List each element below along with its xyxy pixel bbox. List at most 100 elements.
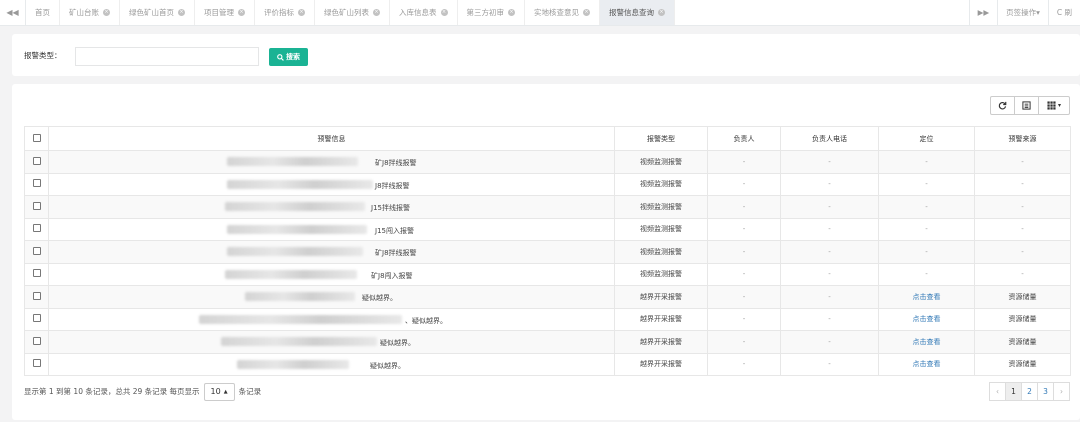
phone-cell: - <box>780 262 879 286</box>
row-checkbox[interactable] <box>32 224 41 233</box>
search-button[interactable]: 搜索 <box>269 48 308 66</box>
view-location-link[interactable]: 点击查看 <box>913 293 941 301</box>
alarm-info-cell: 矿J8闯入报警 <box>48 262 615 286</box>
row-checkbox-cell[interactable] <box>24 307 49 331</box>
alarm-type-input[interactable] <box>75 47 259 66</box>
refresh-tab-button[interactable]: C 刷 <box>1047 0 1080 25</box>
redacted-text <box>227 247 363 256</box>
row-checkbox-cell[interactable] <box>24 262 49 286</box>
tab-home[interactable]: 首页 <box>26 0 60 25</box>
phone-cell: - <box>780 240 879 264</box>
pagination-summary: 显示第 1 到第 10 条记录，总共 29 条记录 每页显示 10 ▲ 条记录 <box>24 382 261 401</box>
view-location-link[interactable]: 点击查看 <box>913 315 941 323</box>
row-checkbox-cell[interactable] <box>24 195 49 219</box>
phone-cell: - <box>780 217 879 241</box>
alarm-type-label: 报警类型： <box>24 51 62 60</box>
tab-evaluation-index[interactable]: 评价指标 × <box>255 0 315 25</box>
table-row[interactable]: J15拌线报警 视频监测报警 - - - - <box>24 195 1071 219</box>
close-icon[interactable]: × <box>178 9 185 16</box>
person-cell: - <box>707 240 781 264</box>
row-checkbox[interactable] <box>32 201 41 210</box>
prev-page-button[interactable]: ‹ <box>989 382 1006 401</box>
location-cell: - <box>878 262 975 286</box>
close-icon[interactable]: × <box>508 9 515 16</box>
close-icon[interactable]: × <box>440 9 448 16</box>
row-checkbox-cell[interactable] <box>24 240 49 264</box>
row-checkbox[interactable] <box>32 269 41 278</box>
close-icon[interactable]: × <box>658 9 665 16</box>
select-all-checkbox[interactable] <box>32 133 41 142</box>
page-3-button[interactable]: 3 <box>1037 382 1054 401</box>
alarm-info-text: 疑似越界。 <box>380 339 415 347</box>
source-cell: 资源储量 <box>974 330 1071 354</box>
table-row[interactable]: 矿J8闯入报警 视频监测报警 - - - - <box>24 262 1071 286</box>
table-row[interactable]: 矿J8拌线报警 视频监测报警 - - - - <box>24 150 1071 174</box>
tabs-scroll-left-button[interactable]: ◀◀ <box>0 0 26 25</box>
alarm-info-cell: 疑似越界。 <box>48 285 615 309</box>
close-icon[interactable]: × <box>373 9 380 16</box>
location-cell: - <box>878 240 975 264</box>
row-checkbox[interactable] <box>32 314 41 323</box>
table-row[interactable]: 、疑似越界。 越界开采报警 - - 点击查看 资源储量 <box>24 307 1071 331</box>
row-checkbox-cell[interactable] <box>24 217 49 241</box>
location-cell: 点击查看 <box>878 285 975 309</box>
caret-up-icon: ▲ <box>223 388 228 395</box>
refresh-button[interactable] <box>990 96 1015 115</box>
tab-alarm-query[interactable]: 报警信息查询 × <box>600 0 675 25</box>
table-row[interactable]: 疑似越界。 越界开采报警 - - 点击查看 资源储量 <box>24 330 1071 354</box>
columns-dropdown-button[interactable]: ▾ <box>1038 96 1070 115</box>
table-row[interactable]: 疑似越界。 越界开采报警 - - 点击查看 资源储量 <box>24 285 1071 309</box>
next-page-button[interactable]: › <box>1053 382 1070 401</box>
header-phone[interactable]: 负责人电话 <box>780 126 879 151</box>
alarm-info-cell: 、疑似越界。 <box>48 307 615 331</box>
row-checkbox-cell[interactable] <box>24 285 49 309</box>
row-checkbox[interactable] <box>32 246 41 255</box>
page-2-button[interactable]: 2 <box>1021 382 1038 401</box>
table-row[interactable]: J15闯入报警 视频监测报警 - - - - <box>24 217 1071 241</box>
tab-field-check-opinion[interactable]: 实地核查意见 × <box>525 0 600 25</box>
alarm-info-cell: 矿J8拌线报警 <box>48 150 615 174</box>
row-checkbox-cell[interactable] <box>24 172 49 196</box>
close-icon[interactable]: × <box>238 9 245 16</box>
tab-storage-info[interactable]: 入库信息表 × <box>390 0 458 25</box>
row-checkbox-cell[interactable] <box>24 330 49 354</box>
toggle-view-button[interactable] <box>1014 96 1039 115</box>
header-person[interactable]: 负责人 <box>707 126 781 151</box>
tabs-scroll-right-button[interactable]: ▶▶ <box>968 0 998 25</box>
redacted-text <box>245 292 355 301</box>
header-alarm-type[interactable]: 报警类型 <box>614 126 708 151</box>
row-checkbox[interactable] <box>32 336 41 345</box>
close-icon[interactable]: × <box>583 9 590 16</box>
location-cell: - <box>878 217 975 241</box>
header-source[interactable]: 预警来源 <box>974 126 1071 151</box>
page-1-button[interactable]: 1 <box>1005 382 1022 401</box>
page-ops-dropdown[interactable]: 页签操作▾ <box>997 0 1048 25</box>
select-all-cell[interactable] <box>24 126 49 151</box>
row-checkbox-cell[interactable] <box>24 150 49 174</box>
tab-third-party-review[interactable]: 第三方初审 × <box>458 0 525 25</box>
close-icon[interactable]: × <box>103 9 110 16</box>
row-checkbox[interactable] <box>32 359 41 368</box>
tab-green-mine-list[interactable]: 绿色矿山列表 × <box>315 0 390 25</box>
redacted-text <box>199 314 402 324</box>
alarm-type-cell: 越界开采报警 <box>614 330 708 354</box>
table-row[interactable]: 矿J8拌线报警 视频监测报警 - - - - <box>24 240 1071 264</box>
alarm-table: 预警信息 报警类型 负责人 负责人电话 定位 预警来源 矿J8拌线报警 视频监测报… <box>24 126 1071 376</box>
person-cell: - <box>707 195 781 219</box>
tab-mine-ledger[interactable]: 矿山台账 × <box>60 0 120 25</box>
row-checkbox[interactable] <box>32 179 41 188</box>
close-icon[interactable]: × <box>298 9 305 16</box>
row-checkbox[interactable] <box>32 291 41 300</box>
tab-project-management[interactable]: 项目管理 × <box>195 0 255 25</box>
header-location[interactable]: 定位 <box>878 126 975 151</box>
table-row[interactable]: 疑似越界。 越界开采报警 - - 点击查看 资源储量 <box>24 352 1071 376</box>
view-location-link[interactable]: 点击查看 <box>913 360 941 368</box>
caret-down-icon: ▾ <box>1057 102 1061 109</box>
row-checkbox-cell[interactable] <box>24 352 49 376</box>
view-location-link[interactable]: 点击查看 <box>913 338 941 346</box>
row-checkbox[interactable] <box>32 156 41 165</box>
header-alarm-info[interactable]: 预警信息 <box>48 126 615 151</box>
page-size-select[interactable]: 10 ▲ <box>203 382 235 401</box>
tab-green-mine-home[interactable]: 绿色矿山首页 × <box>120 0 195 25</box>
table-row[interactable]: J8拌线报警 视频监测报警 - - - - <box>24 172 1071 196</box>
